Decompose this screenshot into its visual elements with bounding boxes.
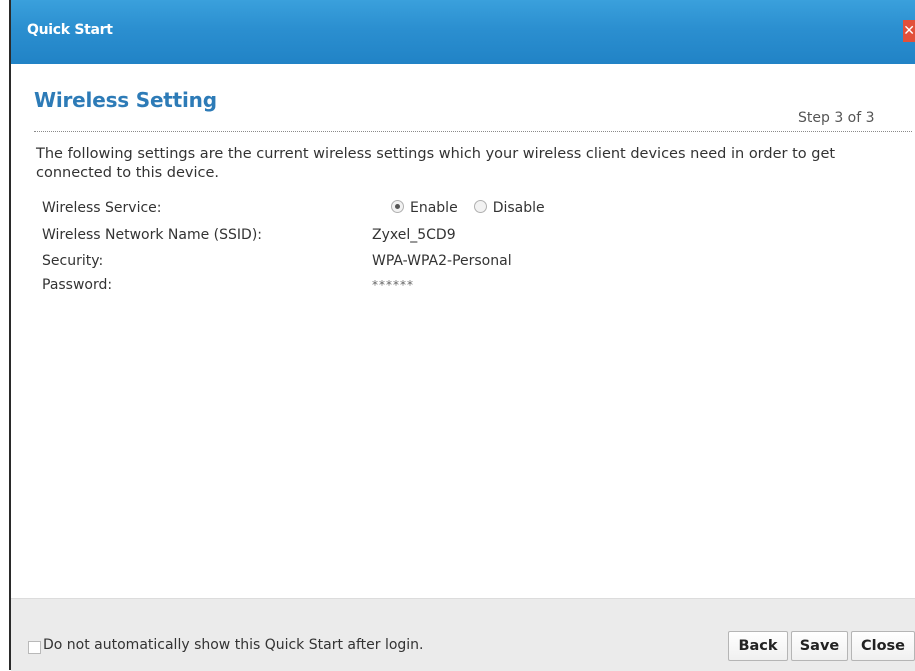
quick-start-dialog: Quick Start ✕ Wireless Setting Step 3 of… bbox=[9, 0, 915, 671]
ssid-label: Wireless Network Name (SSID): bbox=[42, 227, 263, 243]
back-button[interactable]: Back bbox=[728, 631, 788, 661]
security-value: WPA-WPA2-Personal bbox=[372, 253, 512, 269]
step-indicator: Step 3 of 3 bbox=[798, 110, 875, 126]
disable-radio-label[interactable]: Disable bbox=[493, 200, 545, 216]
section-heading: Wireless Setting bbox=[34, 88, 217, 112]
security-label: Security: bbox=[42, 253, 104, 269]
enable-radio[interactable] bbox=[391, 200, 404, 213]
dont-show-checkbox[interactable] bbox=[28, 641, 41, 654]
wireless-service-options: Enable Disable bbox=[391, 200, 561, 216]
ssid-value: Zyxel_5CD9 bbox=[372, 227, 456, 243]
description-text: The following settings are the current w… bbox=[36, 146, 836, 181]
dialog-footer: Do not automatically show this Quick Sta… bbox=[11, 598, 915, 671]
dialog-title: Quick Start bbox=[27, 22, 113, 38]
password-value: ****** bbox=[372, 278, 414, 292]
password-label: Password: bbox=[42, 277, 113, 293]
enable-radio-label[interactable]: Enable bbox=[410, 200, 458, 216]
divider bbox=[34, 131, 912, 132]
close-icon[interactable]: ✕ bbox=[903, 20, 915, 42]
wireless-service-label: Wireless Service: bbox=[42, 200, 162, 216]
dont-show-label[interactable]: Do not automatically show this Quick Sta… bbox=[43, 637, 424, 653]
close-button[interactable]: Close bbox=[851, 631, 915, 661]
title-bar: Quick Start ✕ bbox=[11, 0, 915, 64]
disable-radio[interactable] bbox=[473, 200, 487, 213]
save-button[interactable]: Save bbox=[791, 631, 848, 661]
